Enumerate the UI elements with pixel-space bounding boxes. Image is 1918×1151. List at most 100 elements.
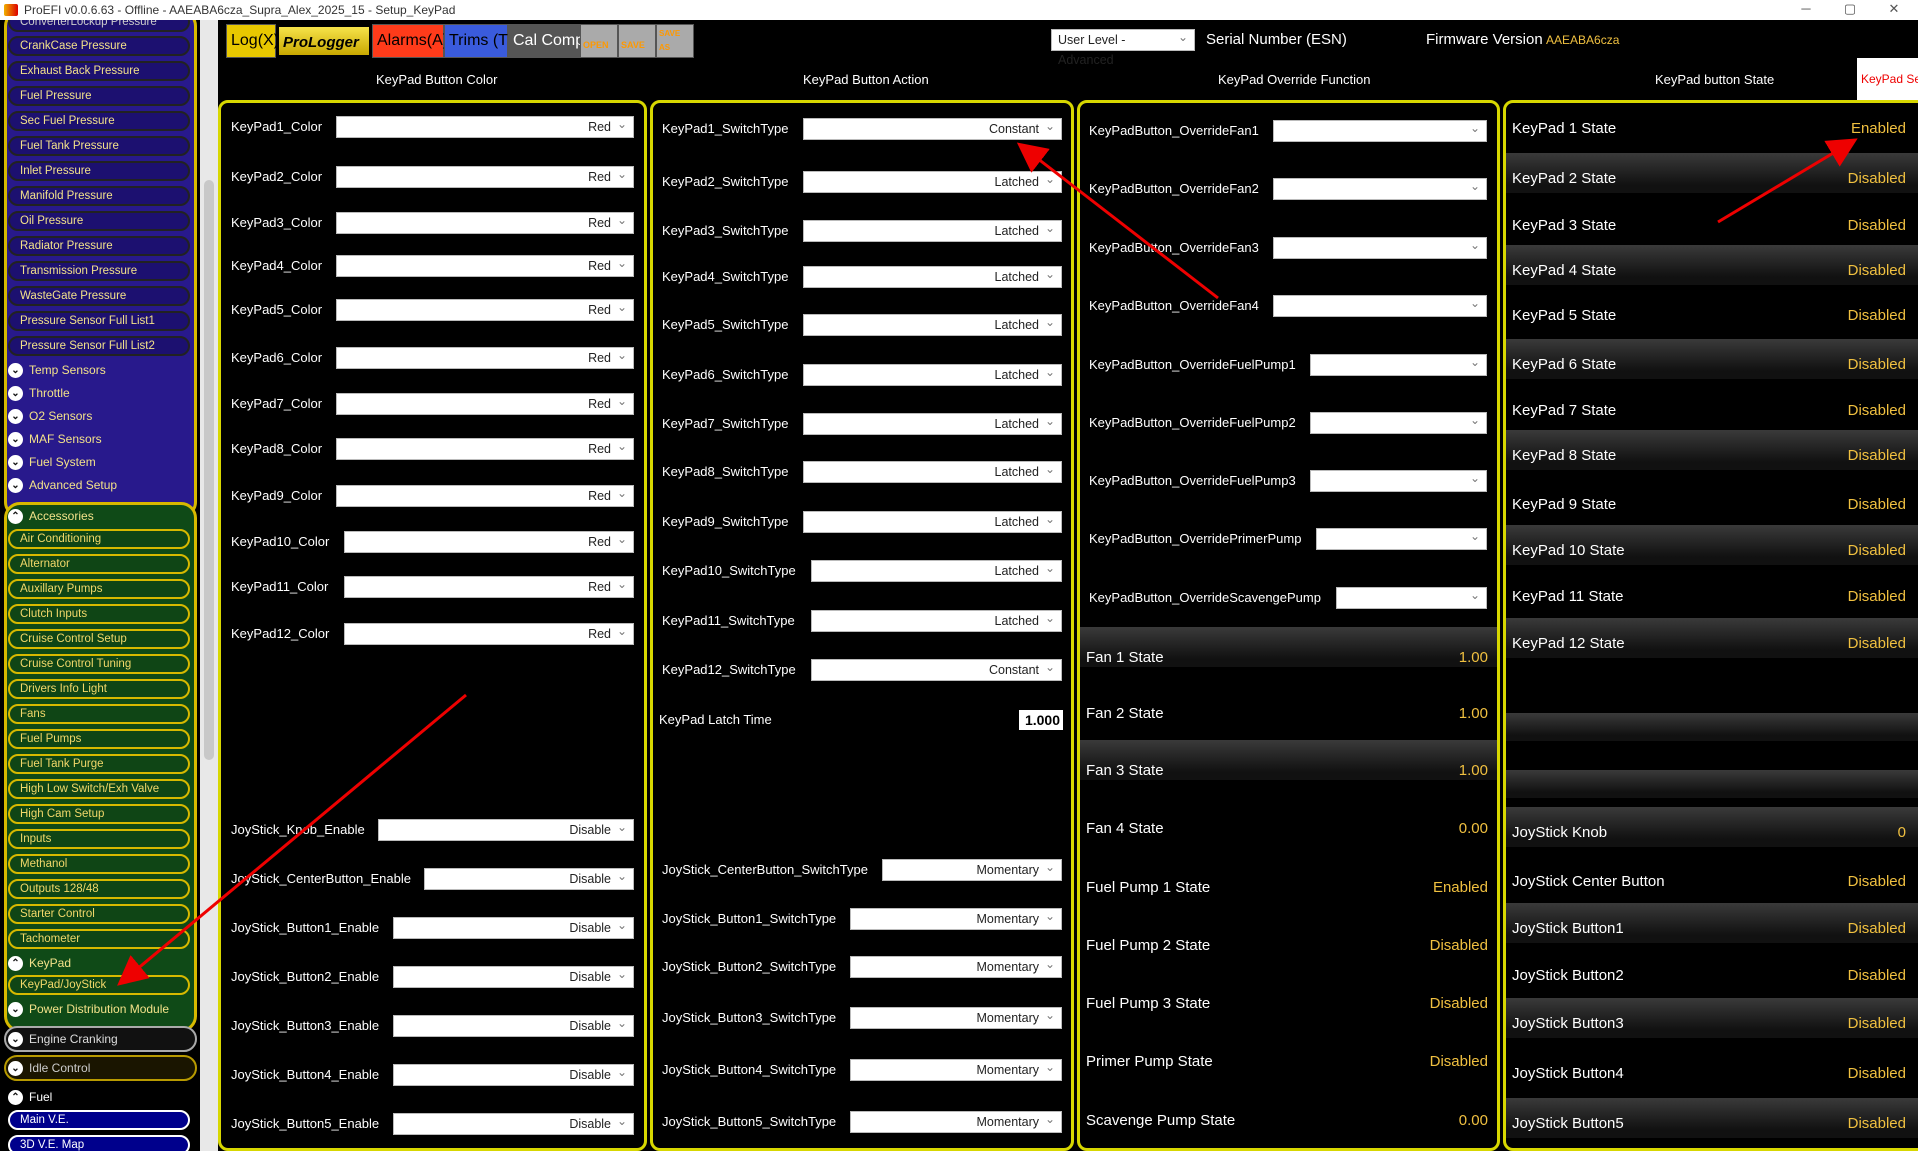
sidebar-item-fuel[interactable]: Main V.E. — [8, 1110, 190, 1130]
override-function-select[interactable] — [1310, 468, 1487, 492]
sidebar-item-pressure[interactable]: Inlet Pressure — [8, 161, 190, 181]
sidebar-item-accessory[interactable]: Fuel Pumps — [8, 729, 190, 749]
joystick-switchtype-select[interactable]: Momentary — [850, 1057, 1062, 1081]
sidebar-item-accessory[interactable]: Fans — [8, 704, 190, 724]
sidebar-item-accessory[interactable]: Inputs — [8, 829, 190, 849]
maximize-icon[interactable]: ▢ — [1830, 0, 1870, 20]
tab-keypad-setup[interactable]: KeyPad Setup — [1857, 58, 1918, 100]
keypad-switchtype-select[interactable]: Latched — [811, 558, 1062, 582]
user-level-select[interactable]: User Level - Advanced — [1051, 27, 1195, 67]
sidebar-item-pressure[interactable]: WasteGate Pressure — [8, 286, 190, 306]
keypad-switchtype-select[interactable]: Latched — [803, 459, 1062, 483]
joystick-enable-select[interactable]: Disable — [393, 915, 634, 939]
keypad-switchtype-select[interactable]: Latched — [803, 169, 1062, 193]
alarms-button[interactable]: Alarms(A) — [372, 24, 448, 58]
scrollbar-thumb[interactable] — [204, 180, 214, 760]
joystick-enable-select[interactable]: Disable — [378, 817, 634, 841]
keypad-color-select[interactable]: Red — [336, 483, 634, 507]
keypad-color-select[interactable]: Red — [336, 210, 634, 234]
sidebar-item-accessory[interactable]: Fuel Tank Purge — [8, 754, 190, 774]
joystick-enable-select[interactable]: Disable — [393, 1062, 634, 1086]
sidebar-item-pressure[interactable]: Pressure Sensor Full List2 — [8, 336, 190, 356]
latch-time-input[interactable]: 1.000 — [1019, 710, 1063, 730]
joystick-enable-select[interactable]: Disable — [393, 1013, 634, 1037]
save-button[interactable]: SAVE — [618, 24, 656, 58]
override-function-select[interactable] — [1310, 410, 1487, 434]
sidebar-item-fuel[interactable]: 3D V.E. Map — [8, 1135, 190, 1151]
joystick-enable-select[interactable]: Disable — [424, 866, 634, 890]
sidebar-item-accessory[interactable]: Cruise Control Tuning — [8, 654, 190, 674]
sidebar-section[interactable]: ⌄ O2 Sensors — [8, 406, 92, 426]
sidebar-item-pressure[interactable]: Radiator Pressure — [8, 236, 190, 256]
close-icon[interactable]: ✕ — [1874, 0, 1914, 20]
sidebar-scrollbar[interactable] — [200, 20, 218, 1151]
keypad-switchtype-select[interactable]: Latched — [803, 312, 1062, 336]
keypad-color-select[interactable]: Red — [336, 114, 634, 138]
joystick-switchtype-select[interactable]: Momentary — [850, 906, 1062, 930]
log-button[interactable]: Log(X) — [226, 24, 279, 58]
sidebar-section-fuel[interactable]: ⌃ Fuel — [8, 1087, 52, 1107]
sidebar-item-accessory[interactable]: Outputs 128/48 — [8, 879, 190, 899]
keypad-switchtype-select[interactable]: Latched — [803, 509, 1062, 533]
keypad-switchtype-select[interactable]: Latched — [803, 218, 1062, 242]
override-function-select[interactable] — [1273, 118, 1487, 142]
override-function-select[interactable] — [1273, 235, 1487, 259]
sidebar-item-pressure[interactable]: Exhaust Back Pressure — [8, 61, 190, 81]
keypad-color-select[interactable]: Red — [344, 621, 634, 645]
minimize-icon[interactable]: ─ — [1786, 0, 1826, 20]
joystick-enable-select[interactable]: Disable — [393, 1111, 634, 1135]
keypad-color-select[interactable]: Red — [336, 297, 634, 321]
sidebar-item[interactable]: ConverterLockup Pressure — [8, 20, 190, 32]
keypad-color-select[interactable]: Red — [344, 574, 634, 598]
keypad-color-select[interactable]: Red — [336, 164, 634, 188]
sidebar-item-accessory[interactable]: Clutch Inputs — [8, 604, 190, 624]
sidebar-item-pressure[interactable]: CrankCase Pressure — [8, 36, 190, 56]
override-function-select[interactable] — [1316, 526, 1487, 550]
sidebar-item-pressure[interactable]: Pressure Sensor Full List1 — [8, 311, 190, 331]
sidebar-item-pressure[interactable]: Manifold Pressure — [8, 186, 190, 206]
cal-comp-button[interactable]: Cal Comp — [508, 24, 584, 58]
sidebar-item-accessory[interactable]: Methanol — [8, 854, 190, 874]
keypad-color-select[interactable]: Red — [344, 529, 634, 553]
sidebar-section-pdm[interactable]: ⌄ Power Distribution Module — [8, 999, 169, 1019]
sidebar-section[interactable]: ⌄ Fuel System — [8, 452, 96, 472]
joystick-switchtype-select[interactable]: Momentary — [850, 1005, 1062, 1029]
sidebar-section-keypad[interactable]: ⌃ KeyPad — [8, 953, 71, 973]
sidebar-section[interactable]: ⌄ Advanced Setup — [8, 475, 117, 495]
sidebar-item-keypad-joystick[interactable]: KeyPad/JoyStick — [8, 975, 190, 995]
sidebar-section[interactable]: ⌄ MAF Sensors — [8, 429, 102, 449]
keypad-switchtype-select[interactable]: Constant — [803, 116, 1062, 140]
sidebar-item-accessory[interactable]: Auxillary Pumps — [8, 579, 190, 599]
save-as-button[interactable]: SAVE AS — [656, 24, 694, 58]
sidebar-item-pressure[interactable]: Sec Fuel Pressure — [8, 111, 190, 131]
sidebar-item-pressure[interactable]: Fuel Tank Pressure — [8, 136, 190, 156]
sidebar-item-pressure[interactable]: Oil Pressure — [8, 211, 190, 231]
joystick-switchtype-select[interactable]: Momentary — [882, 857, 1062, 881]
sidebar-item-accessory[interactable]: Tachometer — [8, 929, 190, 949]
sidebar-item-accessory[interactable]: Alternator — [8, 554, 190, 574]
prologger-button[interactable]: ProLogger — [276, 24, 372, 58]
sidebar-item-accessory[interactable]: Cruise Control Setup — [8, 629, 190, 649]
keypad-switchtype-select[interactable]: Latched — [803, 362, 1062, 386]
keypad-switchtype-select[interactable]: Latched — [803, 264, 1062, 288]
keypad-color-select[interactable]: Red — [336, 253, 634, 277]
sidebar-item-accessory[interactable]: High Low Switch/Exh Valve — [8, 779, 190, 799]
override-function-select[interactable] — [1310, 352, 1487, 376]
keypad-switchtype-select[interactable]: Latched — [811, 608, 1062, 632]
sidebar-section[interactable]: ⌄ Temp Sensors — [8, 360, 106, 380]
open-button[interactable]: OPEN — [580, 24, 618, 58]
sidebar-section-engine-cranking[interactable]: ⌄ Engine Cranking — [8, 1029, 118, 1049]
joystick-switchtype-select[interactable]: Momentary — [850, 954, 1062, 978]
keypad-switchtype-select[interactable]: Latched — [803, 411, 1062, 435]
sidebar-item-accessory[interactable]: Starter Control — [8, 904, 190, 924]
sidebar-item-accessory[interactable]: High Cam Setup — [8, 804, 190, 824]
keypad-color-select[interactable]: Red — [336, 436, 634, 460]
keypad-color-select[interactable]: Red — [336, 345, 634, 369]
sidebar-item-accessory[interactable]: Air Conditioning — [8, 529, 190, 549]
override-function-select[interactable] — [1273, 293, 1487, 317]
sidebar-item-pressure[interactable]: Transmission Pressure — [8, 261, 190, 281]
sidebar-section-accessories[interactable]: ⌃ Accessories — [8, 506, 94, 526]
sidebar-section-idle-control[interactable]: ⌄ Idle Control — [8, 1058, 90, 1078]
override-function-select[interactable] — [1273, 176, 1487, 200]
sidebar-item-pressure[interactable]: Fuel Pressure — [8, 86, 190, 106]
